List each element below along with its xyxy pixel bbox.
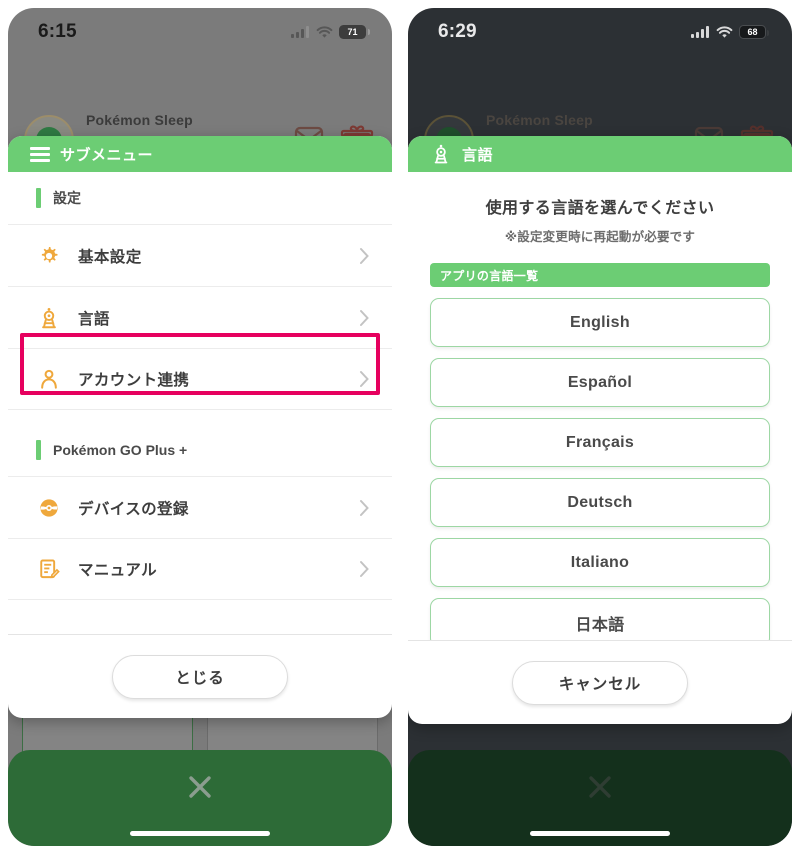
language-sheet-footer: キャンセル — [408, 640, 792, 724]
screenshot-stage: Pokémon Sleep メインメニュー — [0, 0, 800, 854]
manual-document-icon — [36, 556, 62, 582]
chevron-right-icon — [359, 309, 370, 327]
right-status-indicators: 68 — [691, 25, 769, 39]
status-clock: 6:15 — [38, 21, 77, 42]
right-phone-screen: Pokémon Sleep メインメニュー — [408, 8, 792, 846]
menu-item-label: マニュアル — [78, 562, 158, 579]
hamburger-menu-icon — [30, 146, 50, 162]
close-x-icon[interactable] — [185, 772, 215, 802]
app-name: Pokémon Sleep — [86, 111, 193, 128]
battery-level: 71 — [347, 26, 358, 37]
cancel-button[interactable]: キャンセル — [512, 660, 688, 705]
language-option-italiano[interactable]: Italiano — [430, 538, 770, 587]
cellular-bars-icon — [691, 26, 709, 38]
wifi-icon — [316, 26, 333, 38]
battery-icon: 71 — [339, 25, 370, 39]
language-option-english[interactable]: English — [430, 298, 770, 347]
menu-item-label: 言語 — [78, 310, 110, 328]
home-indicator — [130, 831, 270, 836]
menu-item-manual[interactable]: マニュアル — [8, 538, 392, 600]
battery-icon: 68 — [739, 25, 769, 39]
language-prompt: 使用する言語を選んでください — [485, 200, 715, 217]
left-status-bar: 6:15 71 — [8, 8, 392, 56]
submenu-sheet-title: サブメニュー — [60, 146, 154, 164]
status-clock: 6:29 — [438, 21, 477, 42]
section-label: Pokémon GO Plus + — [53, 442, 188, 458]
left-phone-screen: Pokémon Sleep メインメニュー — [8, 8, 392, 846]
menu-item-label: 基本設定 — [78, 248, 142, 266]
home-indicator — [530, 831, 670, 836]
section-accent-bar — [36, 188, 41, 208]
submenu-sheet-body[interactable]: 設定 基本設定 言語 アカウント連携 Pokémon GO Plus + デバイ… — [8, 172, 392, 634]
menu-item-language[interactable]: 言語 — [8, 286, 392, 348]
language-option-espanol[interactable]: Español — [430, 358, 770, 407]
left-phone-screenshot: Pokémon Sleep メインメニュー — [0, 0, 400, 854]
left-status-indicators: 71 — [291, 25, 370, 39]
language-restart-note: ※設定変更時に再起動が必要です — [504, 230, 696, 244]
menu-item-label: デバイスの登録 — [78, 500, 189, 518]
submenu-sheet-header: サブメニュー — [8, 136, 392, 172]
language-option-japanese[interactable]: 日本語 — [430, 598, 770, 640]
language-sheet-title: 言語 — [462, 146, 494, 164]
menu-item-label: アカウント連携 — [78, 372, 190, 389]
right-bottom-action-bar[interactable] — [408, 750, 792, 846]
section-header-settings: 設定 — [8, 172, 392, 224]
language-tower-icon — [36, 305, 62, 331]
wifi-icon — [716, 26, 733, 38]
language-prompt-area: 使用する言語を選んでください ※設定変更時に再起動が必要です — [408, 172, 792, 245]
app-name: Pokémon Sleep — [486, 111, 593, 128]
chevron-right-icon — [359, 560, 370, 578]
language-option-deutsch[interactable]: Deutsch — [430, 478, 770, 527]
cellular-bars-icon — [291, 26, 309, 38]
left-bottom-action-bar[interactable] — [8, 750, 392, 846]
language-sheet-header: 言語 — [408, 136, 792, 172]
right-phone-screenshot: Pokémon Sleep メインメニュー — [400, 0, 800, 854]
close-button[interactable]: とじる — [112, 654, 288, 699]
submenu-sheet: サブメニュー 設定 基本設定 言語 アカウント連携 Pokémon GO Plu… — [8, 136, 392, 718]
menu-item-basic-settings[interactable]: 基本設定 — [8, 224, 392, 286]
right-status-bar: 6:29 68 — [408, 8, 792, 56]
chevron-right-icon — [359, 499, 370, 517]
menu-item-account-link[interactable]: アカウント連携 — [8, 348, 392, 410]
chevron-right-icon — [359, 247, 370, 265]
battery-level: 68 — [747, 26, 758, 37]
language-tower-icon — [430, 143, 452, 165]
language-sheet: 言語 使用する言語を選んでください ※設定変更時に再起動が必要です アプリの言語… — [408, 136, 792, 724]
pokeball-device-icon — [36, 495, 62, 521]
section-label: 設定 — [53, 190, 81, 206]
language-list[interactable]: アプリの言語一覧 English Español Français Deutsc… — [408, 263, 792, 640]
section-accent-bar — [36, 440, 41, 460]
chevron-right-icon — [359, 370, 370, 388]
gear-icon — [36, 243, 62, 269]
language-group-label: アプリの言語一覧 — [430, 263, 770, 287]
submenu-sheet-footer: とじる — [8, 634, 392, 718]
person-account-icon — [36, 366, 62, 392]
section-header-go-plus: Pokémon GO Plus + — [8, 424, 392, 476]
menu-item-device-registration[interactable]: デバイスの登録 — [8, 476, 392, 538]
language-option-francais[interactable]: Français — [430, 418, 770, 467]
close-x-icon[interactable] — [585, 772, 615, 802]
